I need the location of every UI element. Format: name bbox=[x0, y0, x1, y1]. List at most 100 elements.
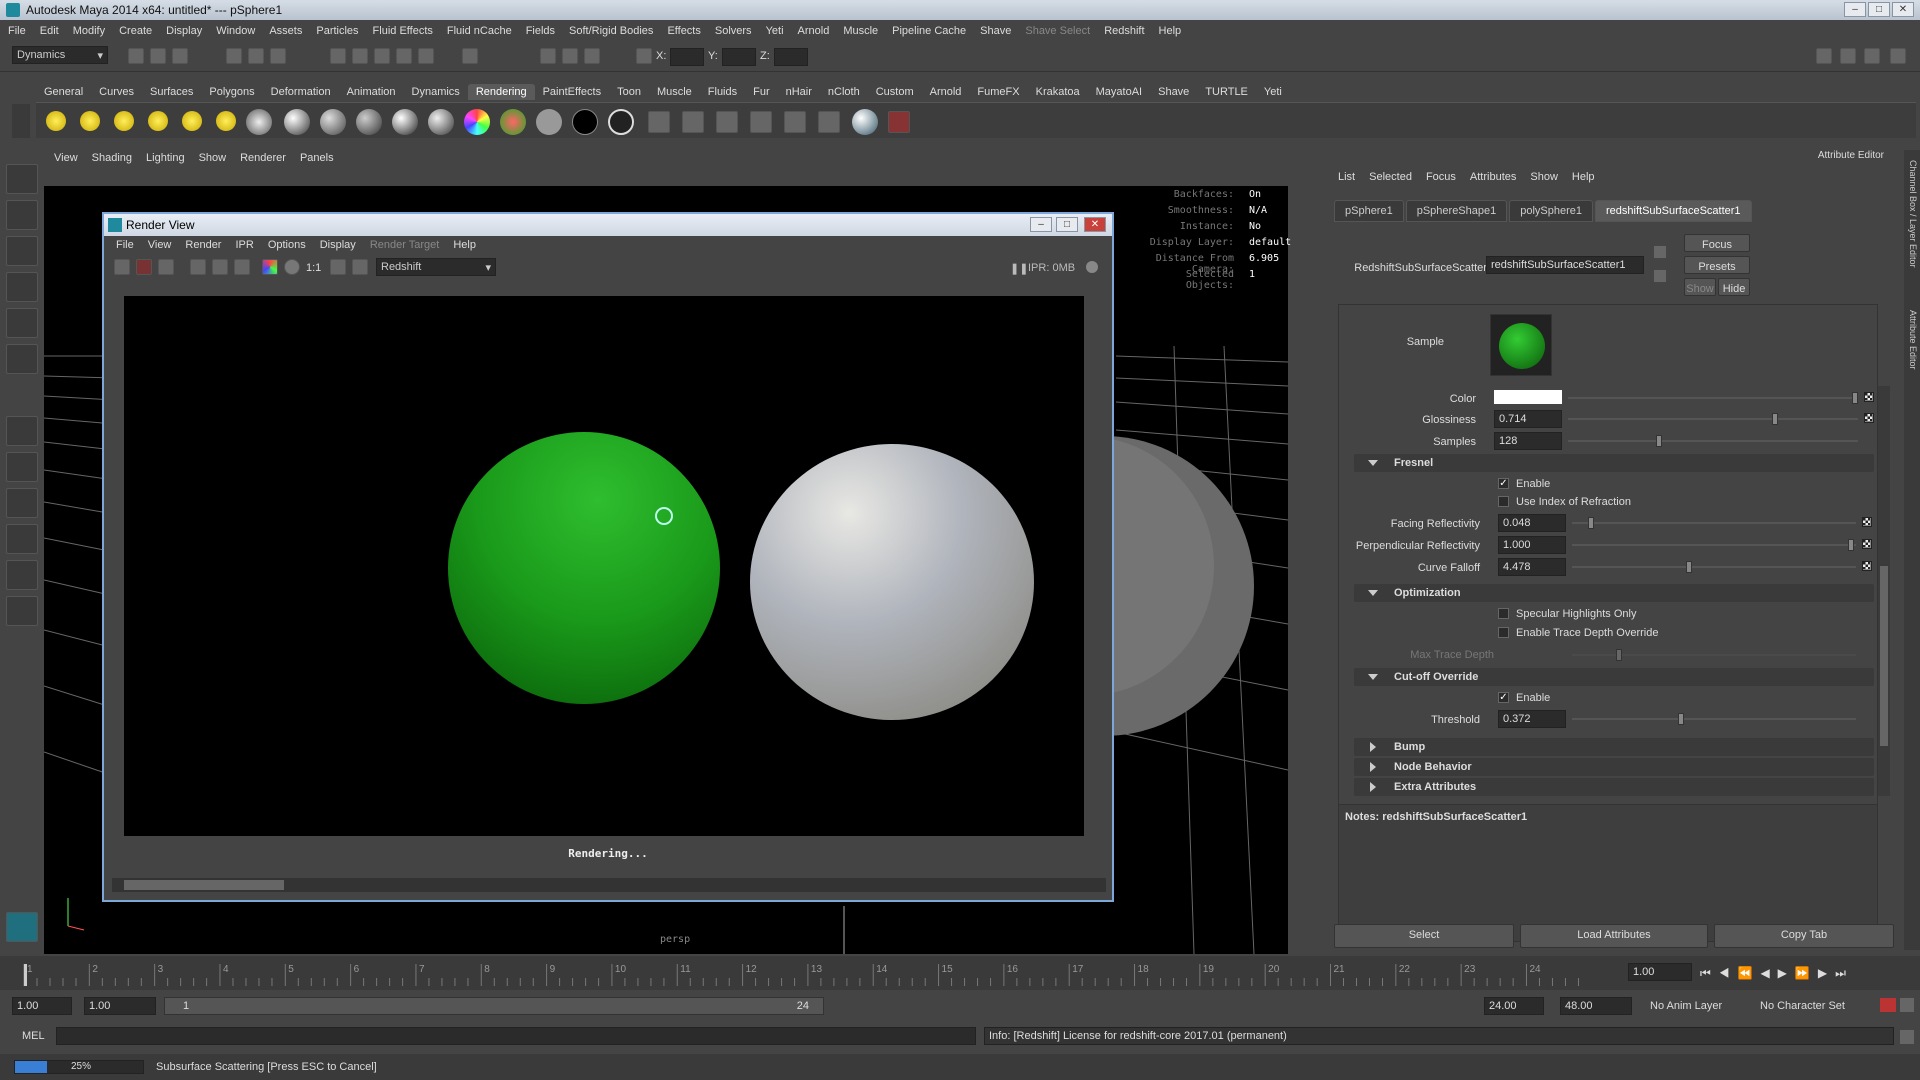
perpendicular-map-button[interactable] bbox=[1862, 539, 1872, 549]
samples-field[interactable]: 128 bbox=[1494, 432, 1562, 450]
rv-minimize-button[interactable]: – bbox=[1030, 217, 1052, 232]
viewport-menu-shading[interactable]: Shading bbox=[92, 152, 132, 164]
attribute-scroll-area[interactable] bbox=[1338, 304, 1878, 860]
viewport-menu-show[interactable]: Show bbox=[199, 152, 227, 164]
cutoff-section-header[interactable]: Cut-off Override bbox=[1354, 668, 1874, 686]
mix-shader-icon[interactable] bbox=[500, 109, 526, 135]
shelf-tab-krakatoa[interactable]: Krakatoa bbox=[1028, 84, 1088, 100]
ae-tab-redshiftsubsurfacescatter1[interactable]: redshiftSubSurfaceScatter1 bbox=[1595, 200, 1752, 222]
render-view-icon[interactable] bbox=[818, 111, 840, 133]
redo-render-icon[interactable] bbox=[114, 259, 130, 275]
rv-menu-file[interactable]: File bbox=[116, 239, 134, 251]
point-light-icon[interactable] bbox=[114, 111, 134, 131]
shelf-tab-turtle[interactable]: TURTLE bbox=[1197, 84, 1256, 100]
use-background-icon[interactable] bbox=[572, 109, 598, 135]
phong-shader-icon[interactable] bbox=[356, 109, 382, 135]
material-sphere-icon[interactable] bbox=[852, 109, 878, 135]
fresnel-enable-checkbox[interactable]: ✓ bbox=[1498, 478, 1509, 489]
layout-persp-graph-icon[interactable] bbox=[6, 524, 38, 554]
threshold-field[interactable]: 0.372 bbox=[1498, 710, 1566, 728]
attribute-scrollbar[interactable] bbox=[1878, 386, 1890, 796]
open-scene-icon[interactable] bbox=[150, 48, 166, 64]
ipr-render-button-icon[interactable] bbox=[136, 259, 152, 275]
optimization-section-header[interactable]: Optimization bbox=[1354, 584, 1874, 602]
ae-menu-attributes[interactable]: Attributes bbox=[1470, 171, 1516, 183]
curve-falloff-slider[interactable] bbox=[1572, 561, 1856, 573]
menu-fluid-effects[interactable]: Fluid Effects bbox=[373, 25, 433, 37]
show-button[interactable]: Show bbox=[1684, 278, 1716, 296]
layout-custom-icon[interactable] bbox=[6, 596, 38, 626]
time-slider[interactable]: 1 2 3 4 5 6 7 8 9 10 11 12 13 14 15 16 17 18 19 20 21 22 23 24 … bbox=[0, 956, 1920, 990]
shelf-tab-muscle[interactable]: Muscle bbox=[649, 84, 700, 100]
node-name-field[interactable]: redshiftSubSurfaceScatter1 bbox=[1486, 256, 1644, 274]
rv-menu-render[interactable]: Render bbox=[185, 239, 221, 251]
facing-reflectivity-slider[interactable] bbox=[1572, 517, 1856, 529]
lasso-tool-icon[interactable] bbox=[6, 200, 38, 230]
history-icon[interactable] bbox=[462, 48, 478, 64]
shelf-tab-rendering[interactable]: Rendering bbox=[467, 84, 535, 100]
area-light-icon[interactable] bbox=[182, 111, 202, 131]
renderer-dropdown[interactable]: Redshift ▾ bbox=[376, 258, 496, 276]
shelf-tab-animation[interactable]: Animation bbox=[339, 84, 404, 100]
character-set-dropdown[interactable]: No Character Set bbox=[1760, 1000, 1845, 1012]
ramp-shader-icon[interactable] bbox=[464, 109, 490, 135]
menu-muscle[interactable]: Muscle bbox=[843, 25, 878, 37]
shelf-tab-custom[interactable]: Custom bbox=[868, 84, 922, 100]
render-view-image-area[interactable]: Rendering... bbox=[104, 280, 1112, 876]
real-size-button[interactable]: 1:1 bbox=[306, 262, 321, 274]
blinn-shader-icon[interactable] bbox=[284, 109, 310, 135]
hide-button[interactable]: Hide bbox=[1718, 278, 1750, 296]
anim-prefs-icon[interactable] bbox=[1900, 998, 1914, 1012]
ibl-icon[interactable] bbox=[246, 109, 272, 135]
range-bar[interactable]: 1 24 bbox=[164, 997, 824, 1015]
ipr-icon[interactable] bbox=[682, 111, 704, 133]
phonge-shader-icon[interactable] bbox=[392, 109, 418, 135]
auto-key-icon[interactable] bbox=[1880, 998, 1896, 1012]
shelf-tab-painteffects[interactable]: PaintEffects bbox=[535, 84, 610, 100]
save-scene-icon[interactable] bbox=[172, 48, 188, 64]
directional-light-icon[interactable] bbox=[80, 111, 100, 131]
menu-display[interactable]: Display bbox=[166, 25, 202, 37]
shelf-tab-fumefx[interactable]: FumeFX bbox=[969, 84, 1027, 100]
menu-arnold[interactable]: Arnold bbox=[798, 25, 830, 37]
ae-tab-psphereshape1[interactable]: pSphereShape1 bbox=[1405, 200, 1508, 222]
menu-assets[interactable]: Assets bbox=[269, 25, 302, 37]
shelf-menu-icon[interactable] bbox=[12, 104, 30, 138]
specular-only-checkbox[interactable] bbox=[1498, 608, 1509, 619]
current-time-marker[interactable] bbox=[24, 964, 27, 986]
menu-yeti[interactable]: Yeti bbox=[766, 25, 784, 37]
render-settings-shelf-icon[interactable] bbox=[784, 111, 806, 133]
menu-window[interactable]: Window bbox=[216, 25, 255, 37]
select-hierarchy-icon[interactable] bbox=[226, 48, 242, 64]
rv-menu-options[interactable]: Options bbox=[268, 239, 306, 251]
shelf-tab-dynamics[interactable]: Dynamics bbox=[404, 84, 468, 100]
show-attribute-editor-icon[interactable] bbox=[1840, 48, 1856, 64]
snap-live-icon[interactable] bbox=[418, 48, 434, 64]
playback-start-field[interactable]: 1.00 bbox=[84, 997, 156, 1015]
y-field[interactable] bbox=[722, 48, 756, 66]
volume-light-icon[interactable] bbox=[216, 111, 236, 131]
ae-tab-polysphere1[interactable]: polySphere1 bbox=[1509, 200, 1594, 222]
menu-edit[interactable]: Edit bbox=[40, 25, 59, 37]
select-component-icon[interactable] bbox=[270, 48, 286, 64]
rgb-channels-icon[interactable] bbox=[262, 259, 278, 275]
shelf-tab-arnold[interactable]: Arnold bbox=[922, 84, 970, 100]
attribute-scroll-thumb[interactable] bbox=[1880, 566, 1888, 746]
viewport-menu-renderer[interactable]: Renderer bbox=[240, 152, 286, 164]
hypershade-icon[interactable] bbox=[750, 111, 772, 133]
render-settings-icon[interactable] bbox=[584, 48, 600, 64]
snap-curve-icon[interactable] bbox=[352, 48, 368, 64]
input-mode-icon[interactable] bbox=[636, 48, 652, 64]
render-region-icon[interactable] bbox=[190, 259, 206, 275]
range-end-field[interactable]: 48.00 bbox=[1560, 997, 1632, 1015]
perpendicular-reflectivity-field[interactable]: 1.000 bbox=[1498, 536, 1566, 554]
keep-image-icon[interactable] bbox=[234, 259, 250, 275]
menu-effects[interactable]: Effects bbox=[667, 25, 700, 37]
ae-tab-psphere1[interactable]: pSphere1 bbox=[1334, 200, 1404, 222]
maximize-button[interactable]: □ bbox=[1868, 2, 1890, 17]
select-tool-icon[interactable] bbox=[6, 164, 38, 194]
surface-shader-icon[interactable] bbox=[536, 109, 562, 135]
menu-shave[interactable]: Shave bbox=[980, 25, 1011, 37]
shadow-shader-icon[interactable] bbox=[608, 109, 634, 135]
trace-depth-override-checkbox[interactable] bbox=[1498, 627, 1509, 638]
